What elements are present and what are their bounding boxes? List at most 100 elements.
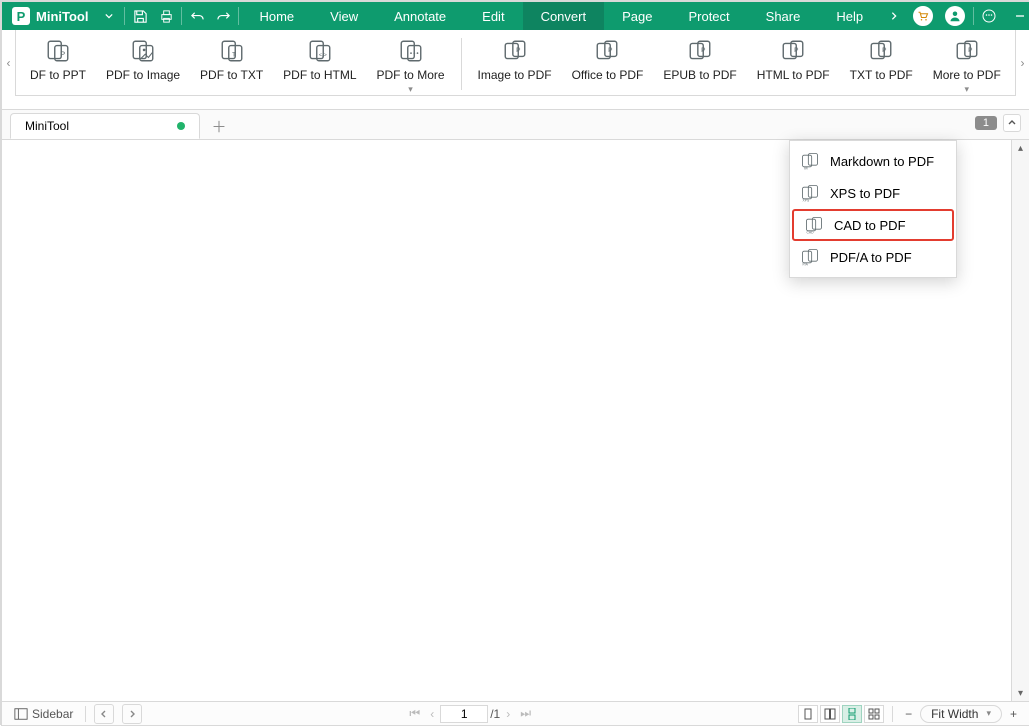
zoom-select[interactable]: Fit Width ▾ xyxy=(920,705,1002,723)
more-to-pdf-icon: P xyxy=(954,38,980,64)
svg-text:T: T xyxy=(232,51,236,58)
xps-icon: XPS xyxy=(800,183,820,203)
ribbon-epub-to-pdf[interactable]: P EPUB to PDF xyxy=(653,34,746,82)
ribbon-scroll-right[interactable]: › xyxy=(1015,30,1029,96)
sidebar-icon xyxy=(14,707,28,721)
zoom-in-button[interactable]: + xyxy=(1006,704,1021,724)
title-bar: P MiniTool Home View Annotate Edit Conve… xyxy=(2,2,1029,30)
ribbon-pdf-to-html[interactable]: </> PDF to HTML xyxy=(273,34,366,82)
more-icon xyxy=(398,38,424,64)
nav-forward-button[interactable] xyxy=(122,704,142,724)
undo-icon[interactable] xyxy=(184,2,210,30)
scroll-down-icon[interactable]: ▾ xyxy=(1012,685,1029,701)
zoom-out-button[interactable]: − xyxy=(901,704,916,724)
title-dropdown[interactable] xyxy=(96,2,122,30)
document-tab-label: MiniTool xyxy=(25,119,69,133)
svg-text:P: P xyxy=(701,47,705,54)
markdown-icon: M xyxy=(800,151,820,171)
ribbon-more-to-pdf[interactable]: P More to PDF ▾ xyxy=(923,34,1011,92)
add-tab-button[interactable]: ＋ xyxy=(206,113,232,139)
dd-xps-to-pdf[interactable]: XPS XPS to PDF xyxy=(790,177,956,209)
sidebar-toggle[interactable]: Sidebar xyxy=(10,704,77,724)
app-name: MiniTool xyxy=(36,9,88,24)
next-page-button[interactable]: › xyxy=(502,704,514,724)
svg-text:P: P xyxy=(609,47,613,54)
office-to-pdf-icon: P xyxy=(594,38,620,64)
txt-to-pdf-icon: P xyxy=(868,38,894,64)
minimize-button[interactable] xyxy=(1002,2,1029,30)
menu-help[interactable]: Help xyxy=(818,2,881,30)
menu-share[interactable]: Share xyxy=(748,2,819,30)
app-logo: P MiniTool xyxy=(2,7,96,25)
svg-text:P: P xyxy=(516,47,520,54)
image-icon xyxy=(130,38,156,64)
document-tabbar: MiniTool ＋ 1 xyxy=(2,110,1029,140)
view-layout-buttons xyxy=(798,705,884,723)
cad-icon: CAD xyxy=(804,215,824,235)
ribbon-spacer xyxy=(2,96,1029,110)
ribbon-pdf-to-txt[interactable]: T PDF to TXT xyxy=(190,34,273,82)
dd-cad-to-pdf[interactable]: CAD CAD to PDF xyxy=(792,209,954,241)
menu-home[interactable]: Home xyxy=(241,2,312,30)
ribbon-office-to-pdf[interactable]: P Office to PDF xyxy=(562,34,654,82)
scroll-up-icon[interactable]: ▴ xyxy=(1012,140,1029,156)
ribbon-scroll-left[interactable]: ‹ xyxy=(2,30,16,96)
document-tab[interactable]: MiniTool xyxy=(10,113,200,139)
dd-markdown-to-pdf[interactable]: M Markdown to PDF xyxy=(790,145,956,177)
print-icon[interactable] xyxy=(153,2,179,30)
last-page-button[interactable]: ⏭ xyxy=(516,704,535,724)
epub-to-pdf-icon: P xyxy=(687,38,713,64)
menu-overflow[interactable] xyxy=(881,2,907,30)
feedback-icon[interactable] xyxy=(976,2,1002,30)
ribbon-pdf-to-image[interactable]: PDF to Image xyxy=(96,34,190,82)
tab-count-badge: 1 xyxy=(975,116,997,130)
layout-continuous[interactable] xyxy=(842,705,862,723)
collapse-tabs-button[interactable] xyxy=(1003,114,1021,132)
svg-text:CAD: CAD xyxy=(807,230,815,234)
ribbon-txt-to-pdf[interactable]: P TXT to PDF xyxy=(840,34,923,82)
menu-annotate[interactable]: Annotate xyxy=(376,2,464,30)
main-menu: Home View Annotate Edit Convert Page Pro… xyxy=(241,2,881,30)
save-icon[interactable] xyxy=(127,2,153,30)
svg-text:P: P xyxy=(968,47,972,54)
nav-back-button[interactable] xyxy=(94,704,114,724)
ribbon-html-to-pdf[interactable]: P HTML to PDF xyxy=(747,34,840,82)
pdfa-icon: P/A xyxy=(800,247,820,267)
unsaved-dot-icon xyxy=(177,122,185,130)
ribbon-pdf-to-more[interactable]: PDF to More ▾ xyxy=(367,34,455,92)
zoom-controls: − Fit Width ▾ + xyxy=(901,704,1021,724)
image-to-pdf-icon: P xyxy=(502,38,528,64)
menu-protect[interactable]: Protect xyxy=(670,2,747,30)
svg-text:P: P xyxy=(882,47,886,54)
menu-convert[interactable]: Convert xyxy=(523,2,605,30)
ribbon-pdf-to-ppt[interactable]: P DF to PPT xyxy=(20,34,96,82)
menu-page[interactable]: Page xyxy=(604,2,670,30)
layout-grid[interactable] xyxy=(864,705,884,723)
html-icon: </> xyxy=(307,38,333,64)
page-total: /1 xyxy=(490,707,500,721)
document-area: ▴ ▾ M Markdown to PDF XPS XPS to PDF CAD… xyxy=(2,140,1029,701)
status-bar: Sidebar ⏮ ‹ /1 › ⏭ − Fit Width ▾ + xyxy=(2,701,1029,725)
account-icon[interactable] xyxy=(939,2,971,30)
vertical-scrollbar[interactable]: ▴ ▾ xyxy=(1011,140,1029,701)
cart-icon[interactable] xyxy=(907,2,939,30)
first-page-button[interactable]: ⏮ xyxy=(405,704,424,724)
prev-page-button[interactable]: ‹ xyxy=(426,704,438,724)
svg-text:P: P xyxy=(60,49,65,58)
layout-single[interactable] xyxy=(798,705,818,723)
svg-text:</>: </> xyxy=(319,52,327,58)
svg-text:XPS: XPS xyxy=(803,198,810,202)
app-logo-icon: P xyxy=(12,7,30,25)
ribbon-convert: ‹ P DF to PPT PDF to Image T PDF to TXT … xyxy=(2,30,1029,96)
ribbon-image-to-pdf[interactable]: P Image to PDF xyxy=(468,34,562,82)
layout-two-page[interactable] xyxy=(820,705,840,723)
page-number-input[interactable] xyxy=(440,705,488,723)
menu-view[interactable]: View xyxy=(312,2,376,30)
svg-text:P: P xyxy=(794,47,798,54)
html-to-pdf-icon: P xyxy=(780,38,806,64)
ppt-icon: P xyxy=(45,38,71,64)
redo-icon[interactable] xyxy=(210,2,236,30)
dd-pdfa-to-pdf[interactable]: P/A PDF/A to PDF xyxy=(790,241,956,273)
svg-text:M: M xyxy=(804,165,808,170)
menu-edit[interactable]: Edit xyxy=(464,2,522,30)
